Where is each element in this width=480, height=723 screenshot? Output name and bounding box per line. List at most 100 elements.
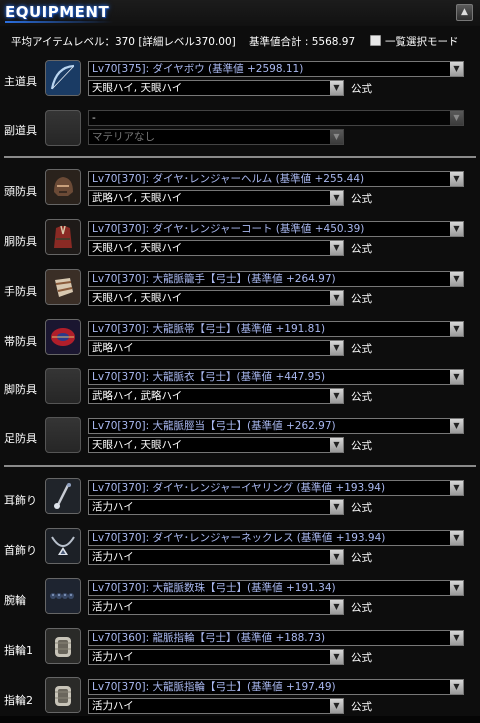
- bow-icon[interactable]: [45, 60, 81, 96]
- chevron-down-icon: ▼: [450, 322, 463, 336]
- chevron-down-icon: ▼: [330, 650, 343, 664]
- materia-select-text: 天眼ハイ, 天眼ハイ: [92, 292, 183, 304]
- coat-icon[interactable]: [45, 219, 81, 255]
- item-select-text: Lv70[370]: 大龍脈衣【弓士】(基準値 +447.95): [92, 371, 326, 383]
- formula-label: 公式: [351, 83, 372, 95]
- chevron-down-icon: ▼: [330, 600, 343, 614]
- materia-select-hands[interactable]: 天眼ハイ, 天眼ハイ ▼: [88, 290, 344, 306]
- item-select-feet[interactable]: Lv70[370]: 大龍脈脛当【弓士】(基準値 +262.97) ▼: [88, 418, 464, 434]
- list-mode-checkbox[interactable]: [370, 35, 381, 46]
- empty-slot-icon[interactable]: [45, 368, 81, 404]
- materia-select-off-hand[interactable]: マテリアなし ▼: [88, 129, 344, 145]
- formula-label: 公式: [351, 701, 372, 713]
- materia-select-ring-1[interactable]: 活力ハイ ▼: [88, 649, 344, 665]
- helm-icon[interactable]: [45, 169, 81, 205]
- item-select-head[interactable]: Lv70[370]: ダイヤ･レンジャーヘルム (基準値 +255.44) ▼: [88, 171, 464, 187]
- slot-label-body: 胴防具: [4, 235, 37, 248]
- formula-label: 公式: [351, 391, 372, 403]
- materia-select-main-weapon[interactable]: 天眼ハイ, 天眼ハイ ▼: [88, 80, 344, 96]
- item-select-hands[interactable]: Lv70[370]: 大龍脈籠手【弓士】(基準値 +264.97) ▼: [88, 271, 464, 287]
- item-select-wrist[interactable]: Lv70[370]: 大龍脈数珠【弓士】(基準値 +191.34) ▼: [88, 580, 464, 596]
- base-value-total: 基準値合計 : 5568.97: [249, 36, 356, 48]
- materia-select-text: 活力ハイ: [92, 501, 134, 513]
- chevron-down-icon: ▼: [330, 130, 343, 144]
- chevron-down-icon: ▼: [450, 680, 463, 694]
- materia-select-text: 天眼ハイ, 天眼ハイ: [92, 439, 183, 451]
- item-select-text: -: [92, 112, 96, 124]
- ring-icon[interactable]: [45, 677, 81, 713]
- item-select-main-weapon[interactable]: Lv70[375]: ダイヤボウ (基準値 +2598.11) ▼: [88, 61, 464, 77]
- chevron-down-icon: ▼: [450, 272, 463, 286]
- section-divider: [4, 156, 476, 158]
- item-select-text: Lv70[370]: ダイヤ･レンジャーヘルム (基準値 +255.44): [92, 173, 365, 185]
- necklace-icon[interactable]: [45, 528, 81, 564]
- formula-label: 公式: [351, 652, 372, 664]
- materia-select-wrist[interactable]: 活力ハイ ▼: [88, 599, 344, 615]
- materia-select-body[interactable]: 天眼ハイ, 天眼ハイ ▼: [88, 240, 344, 256]
- item-select-text: Lv70[360]: 龍脈指輪【弓士】(基準値 +188.73): [92, 632, 326, 644]
- bracelet-icon[interactable]: [45, 578, 81, 614]
- collapse-button[interactable]: ▲: [456, 4, 473, 21]
- formula-label: 公式: [351, 243, 372, 255]
- chevron-down-icon: ▼: [450, 111, 463, 125]
- chevron-down-icon: ▼: [330, 438, 343, 452]
- chevron-down-icon: ▼: [450, 62, 463, 76]
- chevron-down-icon: ▼: [330, 550, 343, 564]
- empty-slot-icon[interactable]: [45, 417, 81, 453]
- formula-label: 公式: [351, 602, 372, 614]
- triangle-up-icon: ▲: [461, 7, 468, 17]
- earring-icon[interactable]: [45, 478, 81, 514]
- materia-select-ears[interactable]: 活力ハイ ▼: [88, 499, 344, 515]
- materia-select-text: 武略ハイ, 武略ハイ: [92, 390, 183, 402]
- item-select-off-hand[interactable]: - ▼: [88, 110, 464, 126]
- materia-select-legs[interactable]: 武略ハイ, 武略ハイ ▼: [88, 388, 344, 404]
- materia-select-head[interactable]: 武略ハイ, 天眼ハイ ▼: [88, 190, 344, 206]
- empty-slot-icon[interactable]: [45, 110, 81, 146]
- materia-select-text: 武略ハイ, 天眼ハイ: [92, 192, 183, 204]
- belt-icon[interactable]: [45, 319, 81, 355]
- materia-select-text: 天眼ハイ, 天眼ハイ: [92, 242, 183, 254]
- item-select-neck[interactable]: Lv70[370]: ダイヤ･レンジャーネックレス (基準値 +193.94) ▼: [88, 530, 464, 546]
- ring-icon[interactable]: [45, 628, 81, 664]
- item-select-waist[interactable]: Lv70[370]: 大龍脈帯【弓士】(基準値 +191.81) ▼: [88, 321, 464, 337]
- materia-select-text: 活力ハイ: [92, 651, 134, 663]
- materia-select-feet[interactable]: 天眼ハイ, 天眼ハイ ▼: [88, 437, 344, 453]
- slot-label-neck: 首飾り: [4, 544, 37, 557]
- gauntlet-icon[interactable]: [45, 269, 81, 305]
- item-select-body[interactable]: Lv70[370]: ダイヤ･レンジャーコート (基準値 +450.39) ▼: [88, 221, 464, 237]
- materia-select-text: 天眼ハイ, 天眼ハイ: [92, 82, 183, 94]
- slot-label-main-weapon: 主道具: [4, 75, 37, 88]
- item-select-text: Lv70[370]: 大龍脈脛当【弓士】(基準値 +262.97): [92, 420, 336, 432]
- bottom-edge: [0, 716, 480, 723]
- page-title: EQUIPMENT: [5, 3, 110, 21]
- item-select-text: Lv70[375]: ダイヤボウ (基準値 +2598.11): [92, 63, 304, 75]
- slot-label-ears: 耳飾り: [4, 494, 37, 507]
- item-select-text: Lv70[370]: ダイヤ･レンジャーネックレス (基準値 +193.94): [92, 532, 386, 544]
- materia-select-waist[interactable]: 武略ハイ ▼: [88, 340, 344, 356]
- item-select-ears[interactable]: Lv70[370]: ダイヤ･レンジャーイヤリング (基準値 +193.94) ▼: [88, 480, 464, 496]
- chevron-down-icon: ▼: [450, 631, 463, 645]
- chevron-down-icon: ▼: [330, 81, 343, 95]
- chevron-down-icon: ▼: [330, 291, 343, 305]
- chevron-down-icon: ▼: [330, 500, 343, 514]
- slot-label-hands: 手防具: [4, 285, 37, 298]
- chevron-down-icon: ▼: [330, 191, 343, 205]
- slot-label-wrist: 腕輪: [4, 594, 26, 607]
- slot-label-head: 頭防具: [4, 185, 37, 198]
- list-mode-label: 一覧選択モード: [385, 36, 459, 48]
- item-select-ring-1[interactable]: Lv70[360]: 龍脈指輪【弓士】(基準値 +188.73) ▼: [88, 630, 464, 646]
- chevron-down-icon: ▼: [330, 241, 343, 255]
- materia-select-text: 活力ハイ: [92, 601, 134, 613]
- materia-select-text: 活力ハイ: [92, 700, 134, 712]
- title-underline: [5, 21, 113, 23]
- formula-label: 公式: [351, 343, 372, 355]
- slot-label-waist: 帯防具: [4, 335, 37, 348]
- item-select-legs[interactable]: Lv70[370]: 大龍脈衣【弓士】(基準値 +447.95) ▼: [88, 369, 464, 385]
- slot-label-off-hand: 副道具: [4, 124, 37, 137]
- slot-label-legs: 脚防具: [4, 383, 37, 396]
- slot-label-ring-1: 指輪1: [4, 644, 33, 657]
- materia-select-neck[interactable]: 活力ハイ ▼: [88, 549, 344, 565]
- item-select-ring-2[interactable]: Lv70[370]: 大龍脈指輪【弓士】(基準値 +197.49) ▼: [88, 679, 464, 695]
- materia-select-ring-2[interactable]: 活力ハイ ▼: [88, 698, 344, 714]
- materia-select-text: 武略ハイ: [92, 342, 134, 354]
